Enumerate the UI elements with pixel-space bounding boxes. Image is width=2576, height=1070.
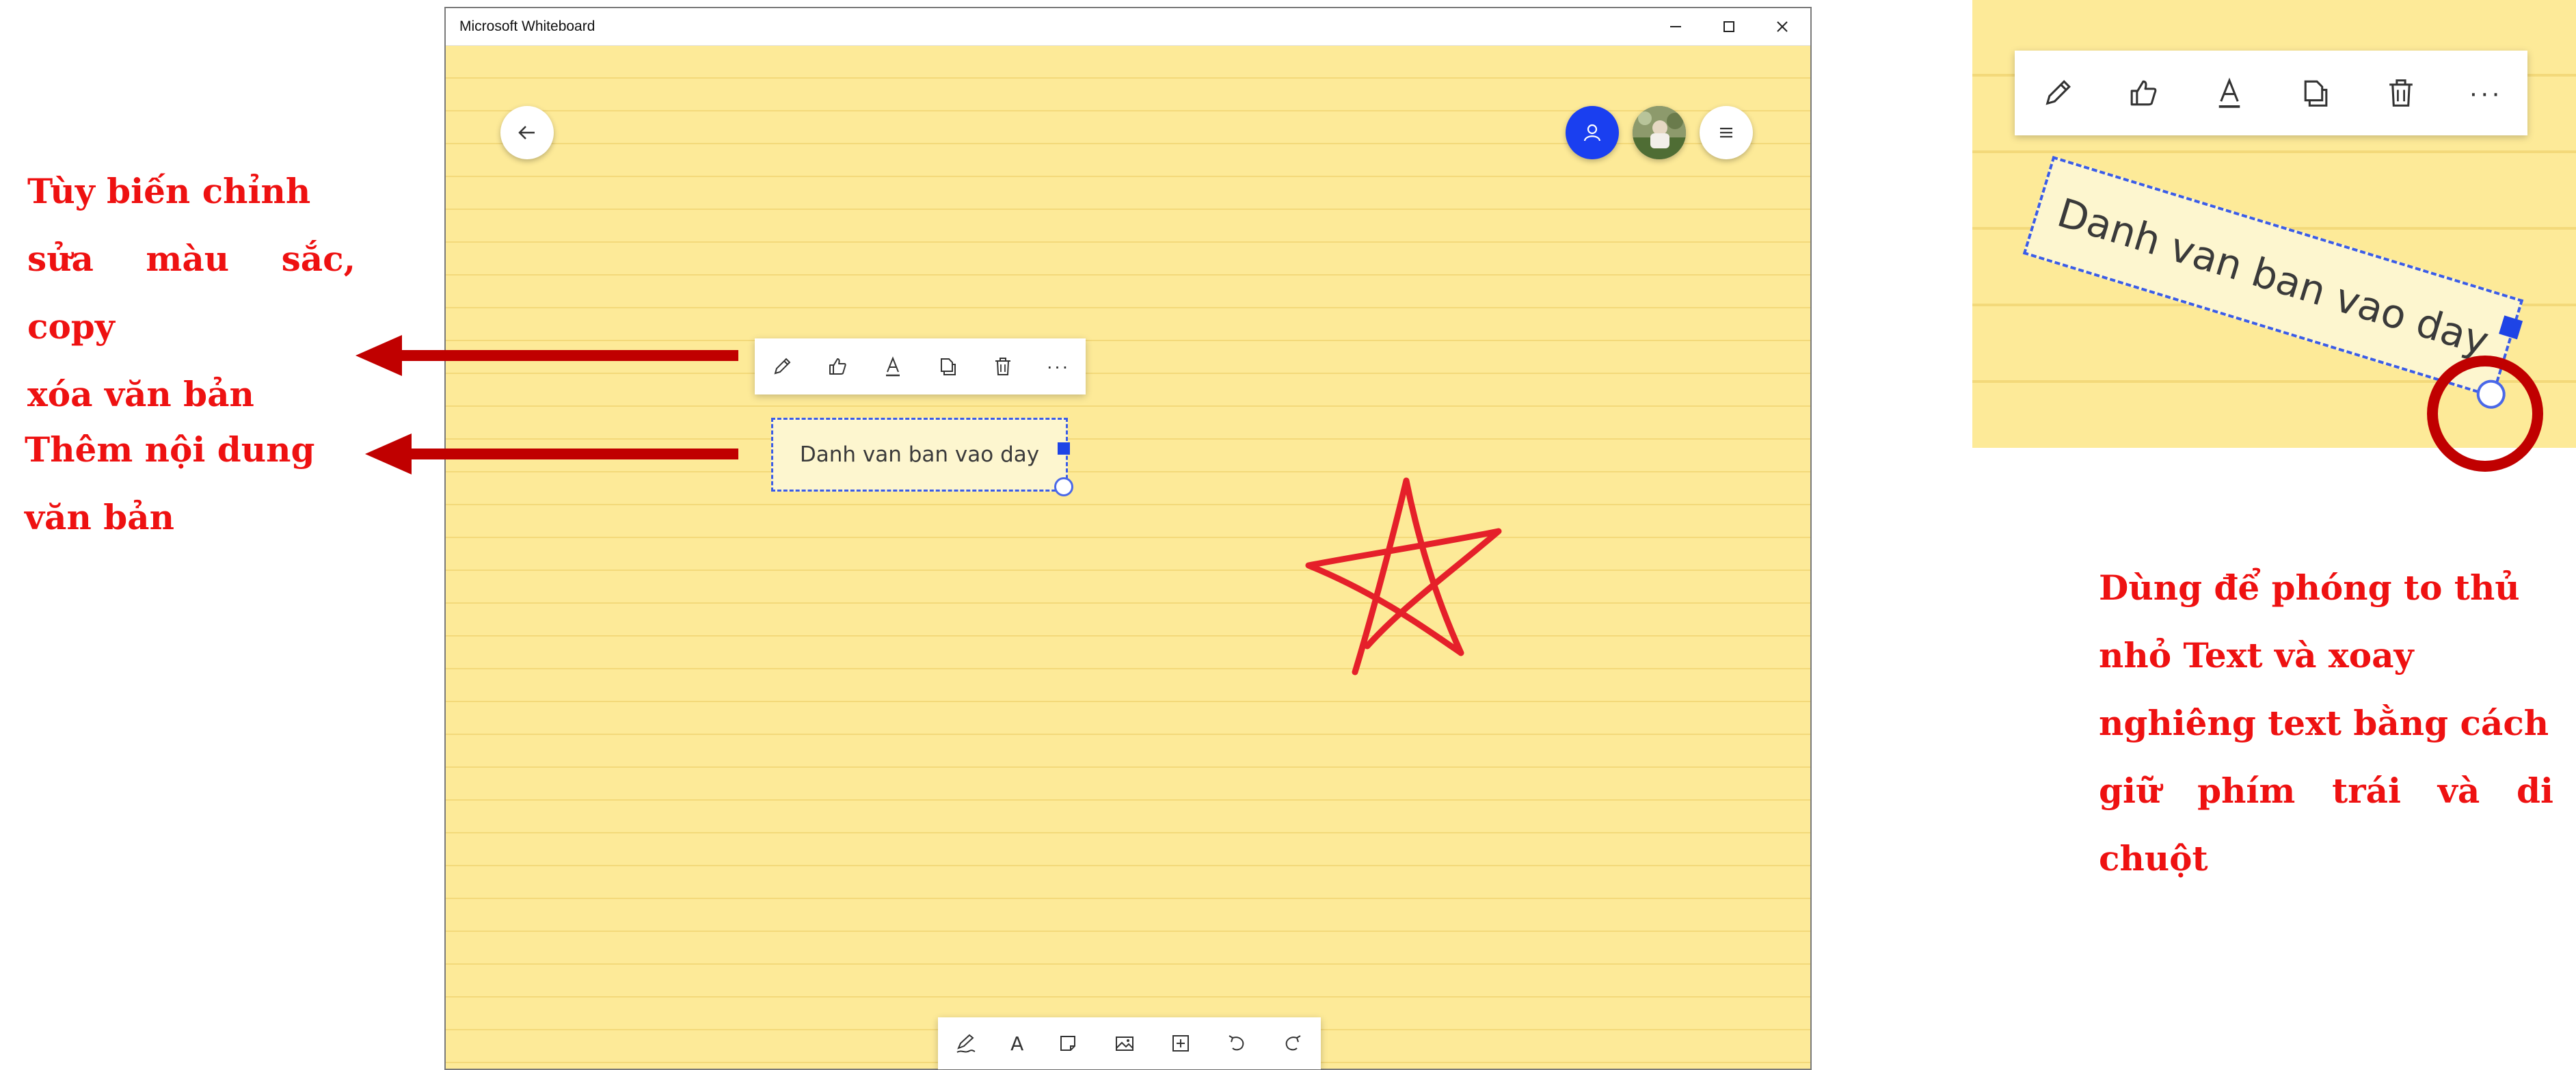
text-icon: A	[1010, 1032, 1024, 1055]
add-text-annotation-line-1: Thêm nội dung	[25, 429, 315, 470]
text-note[interactable]: Danh van ban vao day	[771, 418, 1068, 492]
inset-rotated-note-group: Danh van ban vao day	[2022, 156, 2524, 412]
arrow-to-toolbar	[355, 335, 738, 376]
whiteboard-canvas[interactable]: ··· Danh van ban vao day A	[446, 46, 1810, 1069]
resize-annotation-line-1: Dùng để phóng to thủ	[2099, 567, 2520, 608]
redo-button[interactable]	[1281, 1032, 1304, 1055]
invite-button[interactable]	[1566, 106, 1619, 159]
toolbar-annotation: Tùy biến chỉnh sửa màu sắc, copy xóa văn…	[27, 157, 355, 428]
thumbs-up-icon	[829, 358, 846, 375]
text-tool-button[interactable]: A	[1010, 1032, 1023, 1055]
edit-button[interactable]	[770, 355, 794, 378]
add-text-annotation-line-2: văn bản	[25, 497, 174, 537]
star-drawing[interactable]	[1280, 429, 1512, 702]
inset-text-note-content: Danh van ban vao day	[2052, 189, 2495, 365]
more-button[interactable]: ···	[1047, 356, 1070, 377]
close-icon	[1777, 21, 1788, 32]
back-arrow-icon	[518, 126, 535, 139]
inset-delete-button[interactable]	[2383, 75, 2419, 111]
sticky-note-button[interactable]	[1056, 1032, 1079, 1055]
minimize-button[interactable]	[1649, 8, 1702, 45]
inset-text-color-button[interactable]	[2212, 75, 2247, 111]
resize-annotation-line-2: nhỏ Text và xoay	[2099, 635, 2414, 676]
minimize-icon	[1670, 26, 1681, 27]
pencil-icon	[774, 358, 791, 375]
context-toolbar: ···	[755, 338, 1086, 394]
inset-copy-button[interactable]	[2297, 75, 2333, 111]
insert-button[interactable]	[1169, 1032, 1192, 1055]
delete-button[interactable]	[991, 355, 1015, 378]
bottom-toolbar: A	[938, 1017, 1321, 1069]
sticky-note-icon	[1060, 1036, 1076, 1051]
user-avatar[interactable]	[1633, 106, 1686, 159]
resize-annotation: Dùng để phóng to thủ nhỏ Text và xoay ng…	[2099, 554, 2553, 892]
trash-icon	[995, 358, 1010, 375]
undo-icon	[1229, 1035, 1244, 1051]
copy-button[interactable]	[936, 355, 959, 378]
toolbar-annotation-line-1: Tùy biến chỉnh	[27, 171, 311, 211]
undo-button[interactable]	[1225, 1032, 1248, 1055]
maximize-button[interactable]	[1702, 8, 1756, 45]
maximize-icon	[1723, 21, 1734, 32]
invite-person-icon	[1583, 124, 1601, 142]
text-color-icon	[885, 356, 900, 377]
rotate-handle[interactable]	[1054, 477, 1073, 496]
inset-reaction-button[interactable]	[2125, 75, 2161, 111]
reaction-button[interactable]	[826, 355, 849, 378]
pen-tool-button[interactable]	[954, 1032, 978, 1055]
redo-icon	[1285, 1035, 1301, 1051]
handle-highlight-ring	[2427, 356, 2543, 472]
trash-icon	[2389, 79, 2413, 107]
hamburger-menu-icon	[1720, 127, 1732, 138]
back-button[interactable]	[500, 106, 554, 159]
avatar-photo-icon	[1633, 106, 1686, 159]
toolbar-annotation-line-2: sửa màu sắc, copy	[27, 239, 355, 347]
add-text-annotation: Thêm nội dung văn bản	[25, 416, 340, 551]
text-color-button[interactable]	[881, 355, 904, 378]
menu-button[interactable]	[1700, 106, 1753, 159]
inset-edit-button[interactable]	[2040, 75, 2076, 111]
more-icon: ···	[2469, 77, 2503, 108]
copy-icon	[941, 358, 956, 375]
resize-annotation-line-3: nghiêng text bằng cách	[2099, 703, 2549, 743]
thumbs-up-icon	[2130, 80, 2157, 106]
inset-more-button[interactable]: ···	[2469, 78, 2502, 109]
pen-icon	[956, 1034, 976, 1053]
text-color-icon	[2218, 77, 2240, 108]
insert-icon	[1172, 1035, 1189, 1052]
title-bar: Microsoft Whiteboard	[446, 8, 1810, 46]
arrow-to-text-note	[365, 433, 738, 474]
resize-annotation-line-4: giữ phím trái và di chuột	[2099, 771, 2553, 879]
app-title: Microsoft Whiteboard	[459, 18, 595, 34]
inset-context-toolbar: ···	[2015, 51, 2527, 135]
pencil-icon	[2045, 80, 2071, 105]
copy-icon	[2304, 80, 2328, 107]
more-icon: ···	[1046, 356, 1070, 377]
resize-handle[interactable]	[1058, 442, 1070, 455]
close-button[interactable]	[1756, 8, 1809, 45]
whiteboard-window: Microsoft Whiteboard ··· Danh van ban va…	[444, 7, 1812, 1070]
image-icon	[1115, 1036, 1133, 1051]
image-button[interactable]	[1113, 1032, 1136, 1055]
zoom-inset: ··· Danh van ban vao day	[1972, 0, 2576, 472]
text-note-content: Danh van ban vao day	[799, 442, 1040, 467]
inset-text-note[interactable]: Danh van ban vao day	[2022, 156, 2524, 398]
